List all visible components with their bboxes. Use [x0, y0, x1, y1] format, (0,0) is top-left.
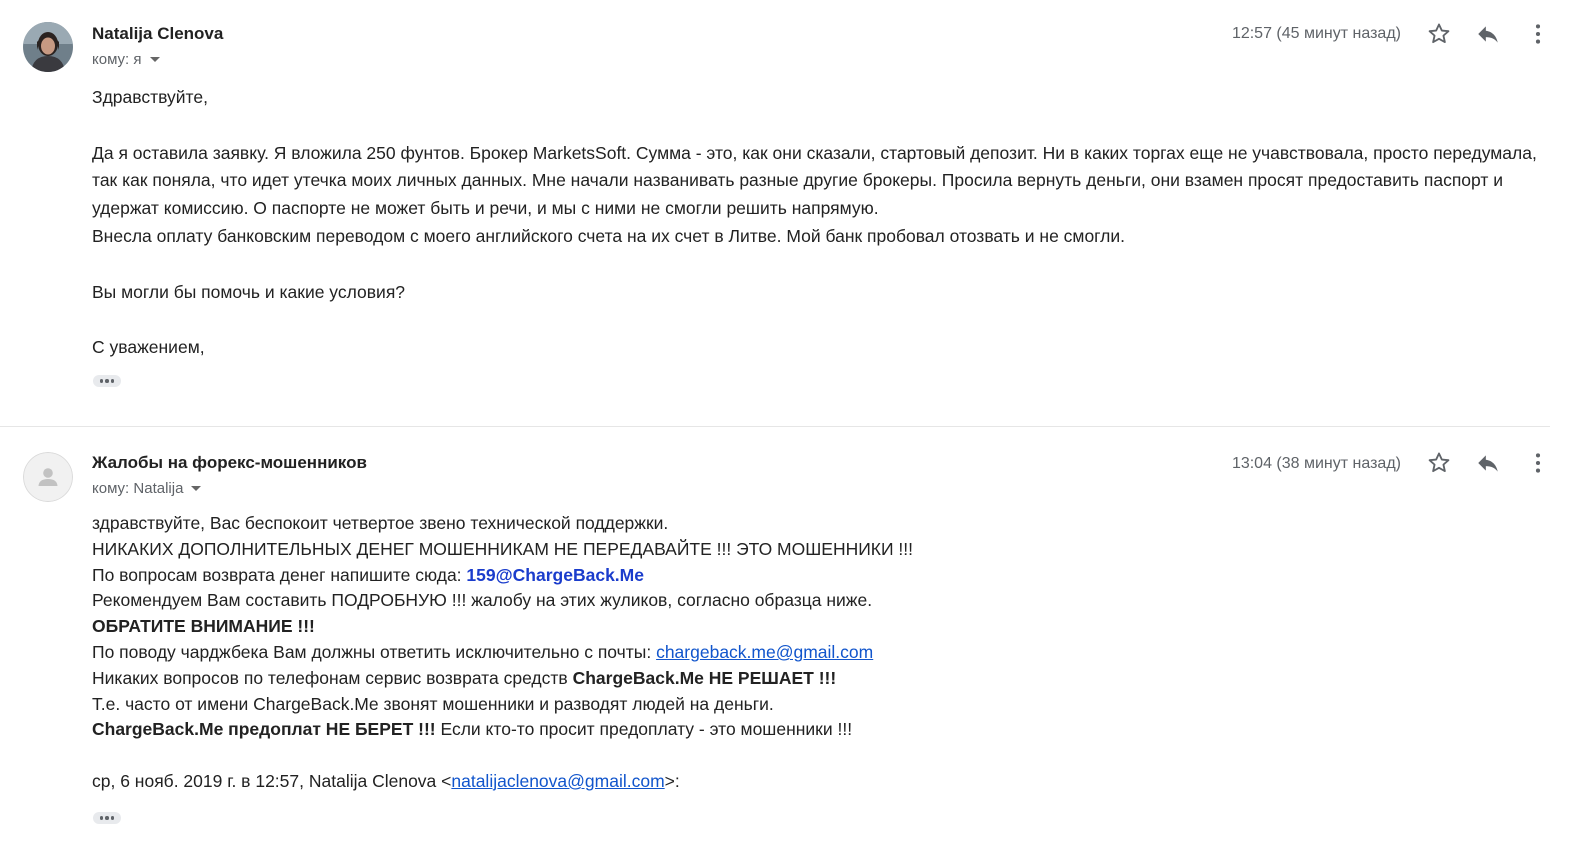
email-message-2: Жалобы на форекс-мошенников кому: Natali… [0, 428, 1581, 866]
email-message-1: Natalija Clenova кому: я 12:57 (45 минут… [0, 0, 1581, 427]
message-timestamp: 12:57 (45 минут назад) [1231, 25, 1401, 42]
message-body: Здравствуйте, Да я оставила заявку. Я вл… [92, 84, 1542, 362]
quote-header-text: ср, 6 нояб. 2019 г. в 12:57, Natalija Cl… [92, 770, 452, 791]
body-line-9-bold: ChargeBack.Me предоплат НЕ БЕРЕТ !!! [92, 719, 436, 740]
body-line-7: Никаких вопросов по телефонам сервис воз… [92, 666, 1192, 692]
body-line-8: Т.е. часто от имени ChargeBack.Me звонят… [92, 693, 774, 714]
quote-header-suffix: >: [664, 770, 680, 791]
show-details-chevron-down-icon[interactable] [191, 486, 202, 491]
body-line-7-bold: ChargeBack.Me НЕ РЕШАЕТ !!! [572, 667, 837, 688]
show-trimmed-content-button[interactable] [93, 375, 121, 387]
reply-button[interactable] [1475, 21, 1501, 47]
reply-icon [1478, 26, 1498, 43]
reply-icon [1478, 455, 1498, 472]
message-divider [0, 426, 1550, 427]
more-vert-icon [1535, 24, 1541, 44]
body-line-3-text: По вопросам возврата денег напишите сюда… [92, 564, 467, 585]
support-email-text: 159@ChargeBack.Me [466, 564, 644, 585]
more-vert-icon [1535, 453, 1541, 473]
chargeback-email-link[interactable]: chargeback.me@gmail.com [656, 642, 873, 662]
star-outline-icon [1428, 452, 1450, 473]
more-options-button[interactable] [1525, 21, 1551, 47]
body-line-1: здравствуйте, Вас беспокоит четвертое зв… [92, 513, 669, 533]
star-button[interactable] [1426, 450, 1452, 476]
recipient-line: кому: Natalija [92, 480, 202, 497]
body-line-5-attention: ОБРАТИТЕ ВНИМАНИЕ !!! [92, 616, 315, 637]
body-line-3: По вопросам возврата денег напишите сюда… [92, 563, 1192, 589]
sender-name[interactable]: Natalija Clenova [92, 24, 223, 44]
show-details-chevron-down-icon[interactable] [149, 57, 160, 62]
body-paragraph-2: Внесла оплату банковским переводом с мое… [92, 225, 1126, 246]
quoted-sender-email-link[interactable]: natalijaclenova@gmail.com [451, 771, 664, 791]
reply-button[interactable] [1475, 450, 1501, 476]
star-button[interactable] [1426, 21, 1452, 47]
sender-name[interactable]: Жалобы на форекс-мошенников [92, 453, 367, 473]
body-line-6: По поводу чарджбека Вам должны ответить … [92, 640, 1192, 666]
body-line-9-text: Если кто-то просит предоплату - это моше… [435, 719, 853, 740]
body-line-9: ChargeBack.Me предоплат НЕ БЕРЕТ !!! Есл… [92, 717, 1192, 743]
question-text: Вы могли бы помочь и какие условия? [92, 281, 406, 302]
sender-avatar-photo[interactable] [23, 22, 73, 72]
body-line-4: Рекомендуем Вам составить ПОДРОБНУЮ !!! … [92, 590, 873, 611]
closing-text: С уважением, [92, 337, 205, 358]
sender-avatar-default[interactable] [23, 452, 73, 502]
body-line-7-text: Никаких вопросов по телефонам сервис воз… [92, 667, 573, 688]
greeting-text: Здравствуйте, [92, 87, 208, 107]
recipient-label: кому: Natalija [92, 480, 184, 497]
message-timestamp: 13:04 (38 минут назад) [1231, 455, 1401, 472]
star-outline-icon [1428, 23, 1450, 44]
body-paragraph-1: Да я оставила заявку. Я вложила 250 фунт… [92, 142, 1537, 219]
body-line-6-text: По поводу чарджбека Вам должны ответить … [92, 641, 657, 662]
show-trimmed-content-button[interactable] [93, 812, 121, 824]
more-options-button[interactable] [1525, 450, 1551, 476]
message-body: здравствуйте, Вас беспокоит четвертое зв… [92, 511, 1192, 795]
body-line-2: НИКАКИХ ДОПОЛНИТЕЛЬНЫХ ДЕНЕГ МОШЕННИКАМ … [92, 538, 914, 559]
quote-header: ср, 6 нояб. 2019 г. в 12:57, Natalija Cl… [92, 769, 1192, 795]
recipient-label: кому: я [92, 51, 142, 68]
recipient-line: кому: я [92, 51, 160, 68]
